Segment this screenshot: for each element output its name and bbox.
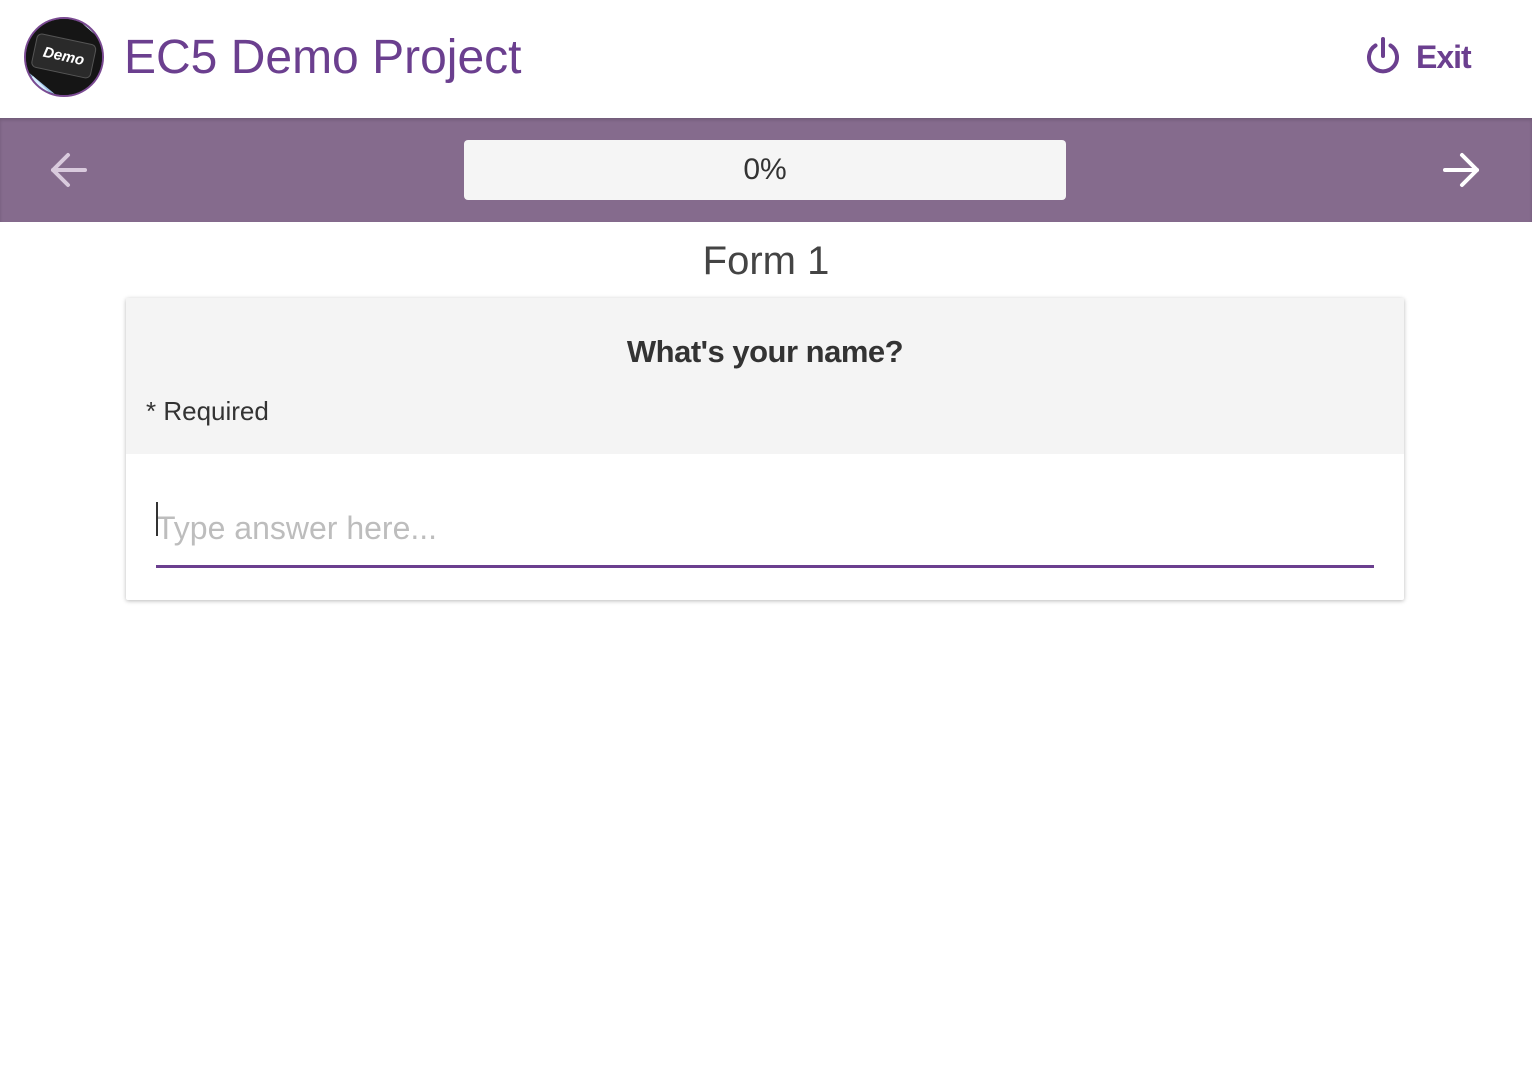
question-header: What's your name? * Required	[126, 298, 1404, 454]
forward-arrow-icon[interactable]	[1438, 146, 1486, 194]
exit-button[interactable]: Exit	[1362, 34, 1472, 80]
progress-bar: 0%	[464, 140, 1066, 200]
demo-key-logo-icon: Demo	[26, 19, 102, 95]
exit-label: Exit	[1416, 38, 1472, 75]
app-header: Demo EC5 Demo Project Exit	[0, 0, 1532, 118]
power-icon	[1367, 37, 1399, 74]
back-arrow-icon[interactable]	[44, 146, 92, 194]
form-title: Form 1	[702, 239, 830, 283]
navigation-bar: 0%	[0, 118, 1532, 222]
progress-percent: 0%	[743, 153, 787, 186]
project-logo: Demo	[24, 17, 104, 97]
question-card: What's your name? * Required	[126, 298, 1404, 600]
question-text: What's your name?	[626, 334, 904, 369]
project-title: EC5 Demo Project	[124, 31, 522, 84]
required-label: * Required	[146, 396, 269, 426]
answer-input[interactable]	[156, 492, 1374, 568]
answer-field-wrapper	[156, 492, 1374, 570]
text-cursor	[156, 502, 158, 536]
